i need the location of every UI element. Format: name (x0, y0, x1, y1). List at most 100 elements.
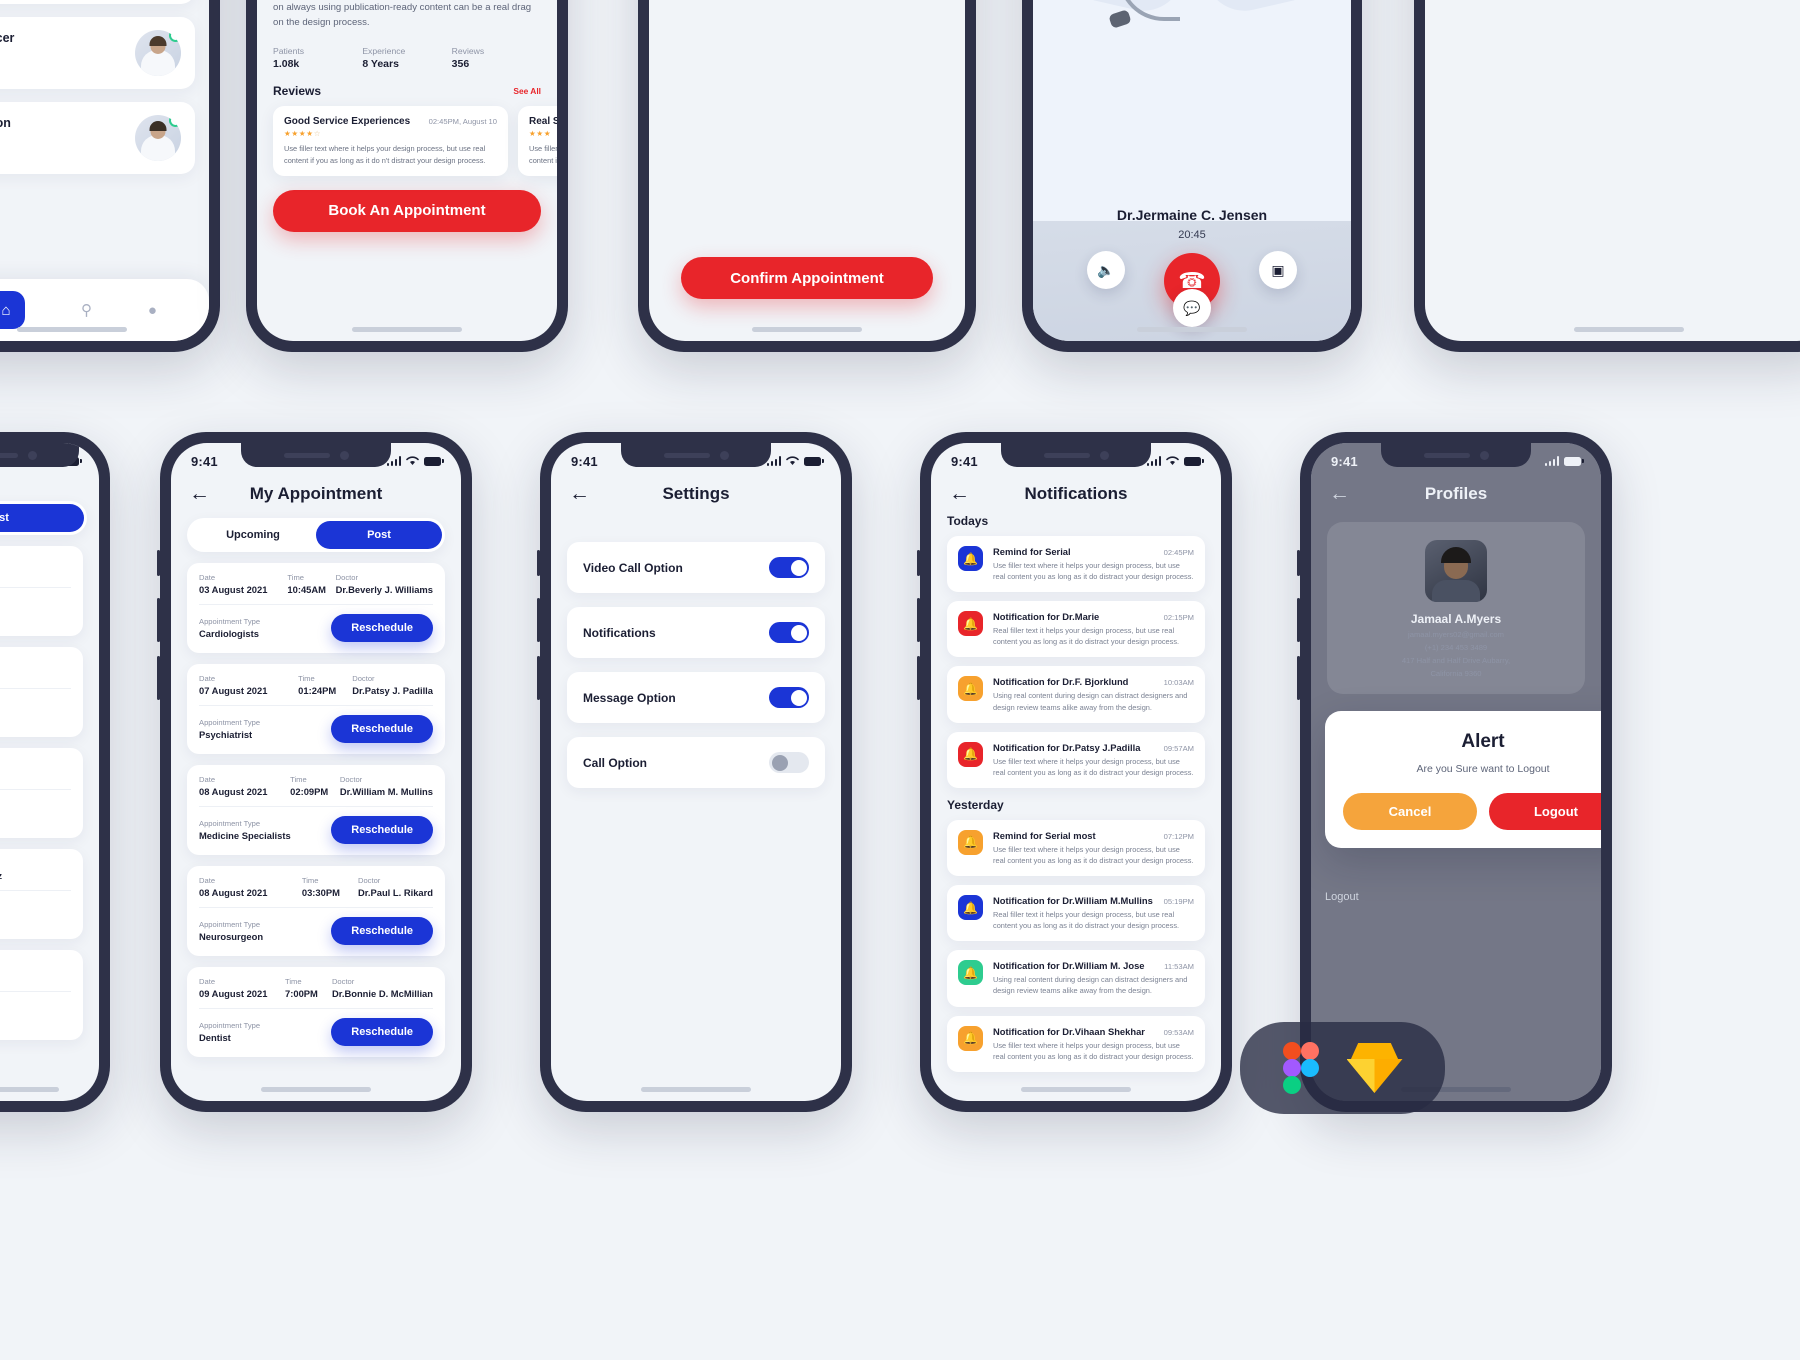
figma-logo (1282, 1042, 1319, 1094)
stat-experience: Experience 8 Years (362, 46, 451, 70)
segment-post[interactable]: Post (316, 521, 442, 549)
doctor-list-item[interactable]: ...hnson ...ialist ...M (0, 102, 195, 174)
speaker-button[interactable]: 🔈 (1087, 251, 1125, 289)
notification-body: Use filler text where it helps your desi… (993, 844, 1194, 865)
notification-item[interactable]: 🔔 Notification for Dr.Vihaan Shekhar 09:… (947, 1015, 1205, 1072)
phone-settings: 9:41 ← Settings Video Call Option Notifi… (537, 432, 852, 1112)
confirm-appointment-button[interactable]: Confirm Appointment (681, 257, 933, 299)
review-stars: ★★★ (529, 129, 552, 139)
camera-icon: ▣ (1271, 261, 1285, 278)
appointment-card: Date 03 August 2021 Time 10:45AM Doctor … (187, 563, 445, 653)
notification-item[interactable]: 🔔 Remind for Serial 02:45PM Use filler t… (947, 536, 1205, 593)
appointment-type: Medicine Specialists (199, 830, 291, 841)
appointment-doctor: Dr.Bonnie D. McMillian (331, 988, 433, 999)
reschedule-button[interactable]: Reschedule (331, 1018, 433, 1046)
doctor-list-item[interactable]: ...eeman ...ialist ...M (0, 0, 195, 4)
profile-email: jamaal.myers02@gmail.com (1408, 630, 1504, 639)
appointment-type: Neurosurgeon (199, 931, 264, 942)
call-toggle[interactable] (769, 752, 809, 773)
appointment-card: J. Padilla cel (0, 647, 83, 737)
notification-body: Using real content during design can dis… (993, 975, 1188, 996)
notification-time: 02:15PM (1163, 613, 1194, 623)
appointment-segmented-control[interactable]: Upcoming Post (187, 518, 445, 552)
cancel-button[interactable]: Cancel (1343, 793, 1477, 830)
profile-phone: (+1) 234 453 3489 (1424, 643, 1488, 652)
notification-item[interactable]: 🔔 Notification for Dr.Patsy J.Padilla 09… (947, 731, 1205, 788)
tab-home[interactable]: ⌂ (0, 291, 25, 329)
appointment-time: 03:30PM (301, 887, 340, 898)
notch (1001, 443, 1151, 467)
notch (241, 443, 391, 467)
wifi-icon (1166, 456, 1179, 465)
screen-video-call: Dr.Jermaine C. Jensen 20:45 ☎ 🔈 ▣ 💬 (1033, 0, 1351, 341)
appointment-date: 09 August 2021 (199, 988, 268, 999)
col-type: Appointment Type (199, 718, 261, 727)
appointment-time: 02:09PM (290, 786, 329, 797)
notification-time: 07:12PM (1163, 831, 1194, 841)
notifications-toggle[interactable] (769, 622, 809, 643)
appointment-type: Cardiologists (199, 628, 259, 639)
col-date: Date (199, 573, 216, 582)
notification-item[interactable]: 🔔 Notification for Dr.William M. Jose 11… (947, 950, 1205, 1007)
chat-button[interactable]: 💬 (1173, 289, 1211, 327)
reschedule-button[interactable]: Reschedule (331, 614, 433, 642)
appointment-card: Date 09 August 2021 Time 7:00PM Doctor D… (187, 967, 445, 1057)
back-arrow-icon[interactable]: ← (949, 483, 975, 504)
col-type: Appointment Type (199, 920, 261, 929)
col-time: Time (285, 977, 302, 986)
video-call-toggle[interactable] (769, 557, 809, 578)
settings-row-message[interactable]: Message Option (567, 672, 825, 723)
segment-upcoming[interactable]: Upcoming (190, 521, 316, 549)
doctor-list-item[interactable]: ...pencer ...ialist ...M (0, 17, 195, 89)
back-arrow-icon[interactable]: ← (189, 483, 215, 504)
notification-item[interactable]: 🔔 Notification for Dr.Marie 02:15PM Real… (947, 601, 1205, 658)
home-indicator (641, 1087, 751, 1092)
notification-time: 11:53AM (1164, 962, 1194, 972)
appointment-card: C. Balling cel (0, 748, 83, 838)
col-doctor: Doctor (339, 775, 363, 784)
segment-post[interactable]: st (0, 504, 84, 532)
profile-address-line1: 417 Half and Half Drive Aubarry, (1401, 656, 1511, 665)
notification-item[interactable]: 🔔 Remind for Serial most 07:12PM Use fil… (947, 819, 1205, 877)
reschedule-button[interactable]: Reschedule (331, 715, 433, 743)
phone-doctor-detail: ☎ Video Call ▶ Video Call ✉ Message Dr.J… (246, 0, 568, 352)
camera-toggle-button[interactable]: ▣ (1259, 251, 1297, 289)
online-status-dot (169, 30, 181, 42)
settings-row-video-call[interactable]: Video Call Option (567, 542, 825, 593)
logout-menu-row[interactable]: Logout (1325, 891, 1601, 903)
tool-badges (1240, 1022, 1445, 1114)
back-arrow-icon[interactable]: ← (1329, 483, 1355, 504)
message-toggle[interactable] (769, 687, 809, 708)
reschedule-button[interactable]: Reschedule (331, 816, 433, 844)
book-appointment-button[interactable]: Book An Appointment (273, 189, 541, 232)
review-stars: ★★★★☆ (284, 129, 322, 139)
logout-button[interactable]: Logout (1489, 793, 1601, 830)
screen-doctor-detail: ☎ Video Call ▶ Video Call ✉ Message Dr.J… (257, 0, 557, 341)
profile-icon[interactable]: ● (148, 302, 157, 319)
settings-row-notifications[interactable]: Notifications (567, 607, 825, 658)
settings-row-call[interactable]: Call Option (567, 737, 825, 788)
settings-label: Notifications (583, 625, 656, 640)
back-arrow-icon[interactable]: ← (569, 483, 595, 504)
notification-time: 05:19PM (1163, 897, 1194, 907)
col-doctor: Doctor (331, 977, 355, 986)
col-date: Date (199, 977, 216, 986)
screen-settings: 9:41 ← Settings Video Call Option Notifi… (551, 443, 841, 1101)
call-doctor-name: Dr.Jermaine C. Jensen (1116, 207, 1268, 223)
stat-value: 1.08k (273, 58, 300, 71)
reviews-carousel[interactable]: Good Service Experiences 02:45PM, August… (257, 106, 557, 176)
search-icon[interactable]: ⚲ (81, 301, 92, 319)
battery-icon (804, 456, 824, 466)
reschedule-button[interactable]: Reschedule (331, 917, 433, 945)
screen-appointments-upcoming: 9:41 st y J. Williams cel J. Padilla cel (0, 443, 99, 1101)
review-body: Use filler text where it helps your desi… (284, 144, 486, 165)
online-status-dot (169, 115, 181, 127)
notification-item[interactable]: 🔔 Notification for Dr.F. Bjorklund 10:03… (947, 666, 1205, 723)
col-time: Time (301, 876, 319, 885)
doctor-specialty: ...ialist (0, 133, 11, 143)
home-indicator (752, 327, 862, 332)
see-all-link[interactable]: See All (513, 86, 541, 96)
home-indicator (17, 327, 127, 332)
notification-item[interactable]: 🔔 Notification for Dr.William M.Mullins … (947, 885, 1205, 942)
appointment-card: J.Padilla cel (0, 950, 83, 1040)
